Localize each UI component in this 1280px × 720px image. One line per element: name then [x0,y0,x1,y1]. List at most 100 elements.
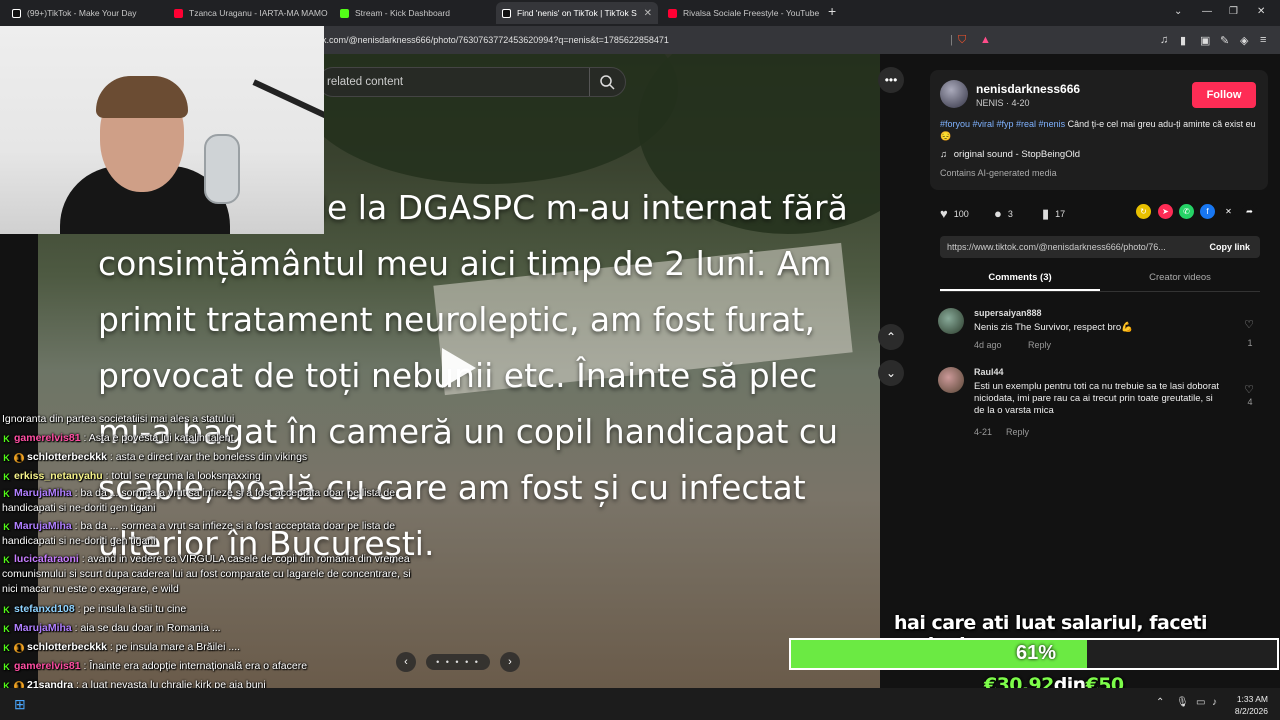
chat-text: : asta e direct ivar the boneless din vi… [106,451,308,463]
chat-username[interactable]: schlotterbeckkk [27,641,107,653]
tab-title: Find 'nenis' on TikTok | TikTok Se [517,8,637,18]
chat-username[interactable]: MarujaMiha [14,622,72,634]
chat-text: Ignoranta din partea societatiisi mai al… [2,413,235,425]
share-send-icon[interactable]: ➤ [1158,204,1173,219]
kick-badge-icon: K [3,522,10,532]
search-input[interactable]: related content [327,76,403,88]
search-button[interactable] [589,68,625,96]
streamer-hair [96,76,188,118]
tiktok-icon [502,8,511,18]
wallet-icon[interactable]: ▣ [1200,34,1210,47]
monitor-tray-icon[interactable]: ▭ [1196,697,1205,708]
avatar[interactable] [940,80,968,108]
search-bar[interactable]: related content [318,67,626,97]
chat-message: K 1 schlotterbeckkk : asta e direct ivar t… [2,448,422,467]
chat-username[interactable]: gamerelvis81 [14,432,81,444]
ai-generated-label: Contains AI-generated media [940,168,1057,178]
chat-username[interactable]: lucicafaraoni [14,553,79,565]
windows-start-icon[interactable]: ⊞ [14,696,26,713]
comment-username[interactable]: Raul44 [974,367,1004,377]
tab-title: Rivalsa Sociale Freestyle - YouTube [683,8,820,18]
share-arrow-icon[interactable]: ➦ [1242,204,1257,219]
avatar[interactable] [938,308,964,334]
follow-button[interactable]: Follow [1192,82,1256,108]
browser-tab-2[interactable]: Tzanca Uraganu - IARTA-MA MAMO [168,2,328,24]
comment-like-count: 1 [1247,338,1253,348]
kick-badge-icon: K [3,643,10,653]
post-details-panel: nenisdarkness666 NENIS · 4-20 Follow #fo… [918,54,1280,688]
kick-badge-icon: K [3,434,10,444]
next-photo-button[interactable]: › [500,652,520,672]
kick-badge-icon: K [3,489,10,499]
menu-icon[interactable]: ≡ [1260,34,1266,46]
minimize-icon[interactable]: — [1202,6,1212,17]
close-tab-icon[interactable]: ✕ [644,8,652,19]
comment-date: 4-21 [974,427,993,437]
tab-creator-videos[interactable]: Creator videos [1100,272,1260,283]
author-username[interactable]: nenisdarkness666 [976,82,1080,96]
comment-button[interactable]: ● 3 [994,206,1013,221]
chat-username[interactable]: stefanxd108 [14,603,75,615]
brave-rewards-icon[interactable]: ▲ [980,34,991,46]
chat-text: : Înainte era adopție internațională era… [80,660,308,672]
avatar[interactable] [938,367,964,393]
kick-badge-icon: K [3,453,10,463]
restore-icon[interactable]: ❐ [1229,6,1238,17]
vpn-shield-icon[interactable]: ◈ [1240,34,1248,47]
comment-date: 4d ago [974,340,1002,350]
tab-comments[interactable]: Comments (3) [940,272,1100,291]
mic-tray-icon[interactable]: 🎙 [1176,697,1189,708]
chat-username[interactable]: MarujaMiha [14,487,72,499]
chat-username[interactable]: erkiss_netanyahu [14,470,103,482]
extensions-icon[interactable]: ✎ [1220,34,1229,47]
reply-button[interactable]: Reply [1006,427,1029,437]
browser-tab-4-active[interactable]: Find 'nenis' on TikTok | TikTok Se ✕ [496,2,658,24]
chat-message: K 1 schlotterbeckkk : pe insula mare a Bră… [2,638,422,657]
volume-icon[interactable]: ♪ [1212,697,1217,708]
music-note-icon: ♫ [940,149,950,160]
share-repost-icon[interactable]: ↻ [1136,204,1151,219]
post-link[interactable]: https://www.tiktok.com/@nenisdarkness666… [947,242,1197,252]
window-close-icon[interactable]: ✕ [1257,6,1265,17]
heart-icon[interactable]: ♡ [1242,318,1256,331]
facebook-icon[interactable]: f [1200,204,1215,219]
chat-message: K MarujaMiha : aia se dau doar in Romania… [2,619,422,638]
sound-name[interactable]: original sound - StopBeingOld [954,149,1080,160]
x-icon[interactable]: ✕ [1221,204,1236,219]
panel-tabs: Comments (3) Creator videos [940,268,1260,292]
browser-tab-3[interactable]: Stream - Kick Dashboard [334,2,494,24]
chat-text: : totul se rezuma la looksmaxxing [102,470,261,482]
comment-username[interactable]: supersaiyan888 [974,308,1042,318]
chat-username[interactable]: schlotterbeckkk [27,451,107,463]
copy-link-button[interactable]: Copy link [1209,242,1250,252]
tab-list-chevron-icon[interactable]: ⌄ [1174,6,1182,17]
browser-tab-1[interactable]: (99+)TikTok - Make Your Day [6,2,166,24]
more-options-icon[interactable]: ••• [878,67,904,93]
new-tab-button[interactable]: + [828,3,836,19]
caption-hashtags[interactable]: #foryou #viral #fyp #real #nenis [940,119,1065,129]
music-icon[interactable]: ♫ [1160,34,1168,46]
chevron-up-icon[interactable]: ⌃ [878,324,904,350]
play-icon[interactable] [442,348,476,388]
subscriber-badge-icon: 1 [14,643,24,653]
taskbar-clock[interactable]: 1:33 AM 8/2/2026 [1235,693,1268,717]
reply-button[interactable]: Reply [1028,340,1051,350]
kick-badge-icon: K [3,624,10,634]
chevron-down-icon[interactable]: ⌄ [878,360,904,386]
browser-tab-5[interactable]: Rivalsa Sociale Freestyle - YouTube [662,2,822,24]
chat-username[interactable]: MarujaMiha [14,520,72,532]
sidebar-icon[interactable]: ▮ [1180,34,1186,47]
brave-shield-icon[interactable]: ⛉ [958,34,966,47]
sound-row[interactable]: ♫ original sound - StopBeingOld [940,149,1080,160]
url-field[interactable]: k.com/@nenisdarkness666/photo/7630763772… [322,35,669,45]
save-button[interactable]: ▮ 17 [1042,206,1065,222]
tray-chevron-icon[interactable]: ⌃ [1156,697,1164,708]
like-count: 100 [953,208,969,219]
chat-text: : pe insula la stii tu cine [74,603,187,615]
like-button[interactable]: ♥ 100 [940,206,969,221]
heart-icon[interactable]: ♡ [1242,383,1256,396]
whatsapp-icon[interactable]: ✆ [1179,204,1194,219]
comment-item: Raul44 Esti un exemplu pentru toti ca nu… [938,367,1258,443]
tiktok-icon [12,8,21,18]
chat-username[interactable]: gamerelvis81 [14,660,81,672]
